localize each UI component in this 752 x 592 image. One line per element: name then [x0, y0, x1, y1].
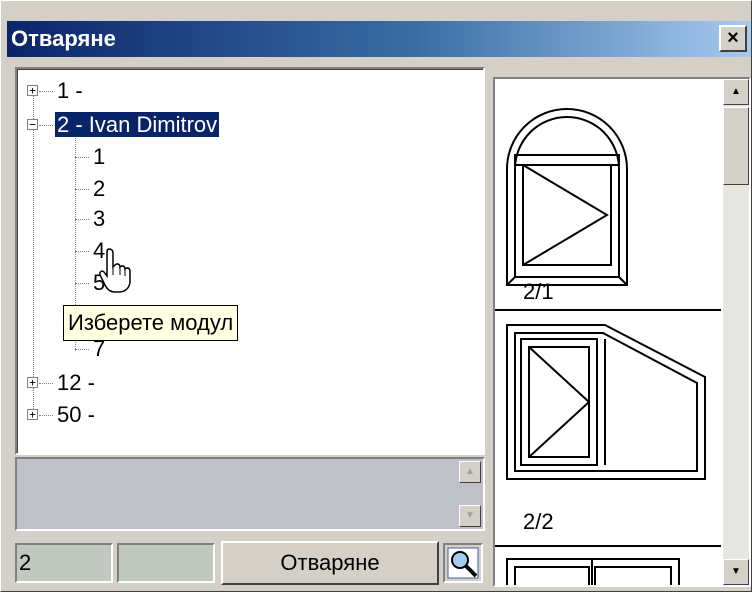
scrollbar-thumb[interactable] — [723, 107, 749, 185]
collapse-icon[interactable]: − — [27, 119, 38, 130]
project-tree[interactable]: + 1 - − 2 - Ivan Dimitrov 1 2 3 4 5 6 7 … — [15, 67, 485, 455]
tree-node-12[interactable]: 12 - — [57, 369, 95, 397]
preview-label: 2/2 — [523, 509, 554, 534]
close-button[interactable]: × — [719, 25, 747, 52]
preview-search-button[interactable] — [443, 543, 483, 583]
tooltip: Изберете модул — [63, 305, 239, 341]
secondary-field[interactable] — [117, 543, 215, 583]
tree-node-2[interactable]: 2 - Ivan Dimitrov — [53, 111, 221, 139]
window-drawing — [506, 558, 680, 585]
tree-node-50[interactable]: 50 - — [57, 401, 95, 429]
arched-window-drawing — [506, 108, 628, 286]
title-bar[interactable]: Отваряне × — [7, 21, 751, 57]
tree-root-line — [33, 91, 34, 411]
tree-node-2-1[interactable]: 1 — [93, 143, 105, 171]
scroll-down-button[interactable]: ▼ — [459, 505, 481, 527]
scroll-up-button[interactable]: ▲ — [459, 461, 481, 483]
preview-label: 2/1 — [523, 279, 554, 304]
scroll-down-button[interactable]: ▼ — [723, 559, 749, 585]
preview-item[interactable]: 2/1 — [495, 79, 721, 311]
module-number-field[interactable]: 2 — [15, 543, 113, 583]
magnifier-icon — [447, 547, 479, 579]
window-drawing — [506, 324, 706, 480]
notes-box[interactable]: ▲ ▼ — [15, 457, 485, 531]
expand-icon[interactable]: + — [27, 377, 38, 388]
preview-panel[interactable]: 2/1 2/2 ▲ ▼ — [493, 77, 751, 587]
preview-item[interactable] — [495, 549, 721, 585]
window-title: Отваряне — [11, 26, 116, 51]
open-dialog-window: Отваряне × + 1 - − 2 - Ivan Dimitrov 1 2… — [0, 0, 752, 592]
expand-icon[interactable]: + — [27, 409, 38, 420]
scroll-up-button[interactable]: ▲ — [723, 79, 749, 105]
expand-icon[interactable]: + — [27, 85, 38, 96]
hand-pointer-icon — [99, 248, 131, 293]
tree-node-2-2[interactable]: 2 — [93, 175, 105, 203]
notes-scrollbar[interactable]: ▲ ▼ — [459, 461, 481, 527]
tree-node-1[interactable]: 1 - — [57, 77, 83, 105]
preview-item[interactable]: 2/2 — [495, 313, 721, 547]
open-button[interactable]: Отваряне — [221, 541, 439, 585]
close-icon: × — [727, 27, 739, 49]
preview-scrollbar[interactable]: ▲ ▼ — [723, 79, 749, 585]
tree-node-2-3[interactable]: 3 — [93, 205, 105, 233]
